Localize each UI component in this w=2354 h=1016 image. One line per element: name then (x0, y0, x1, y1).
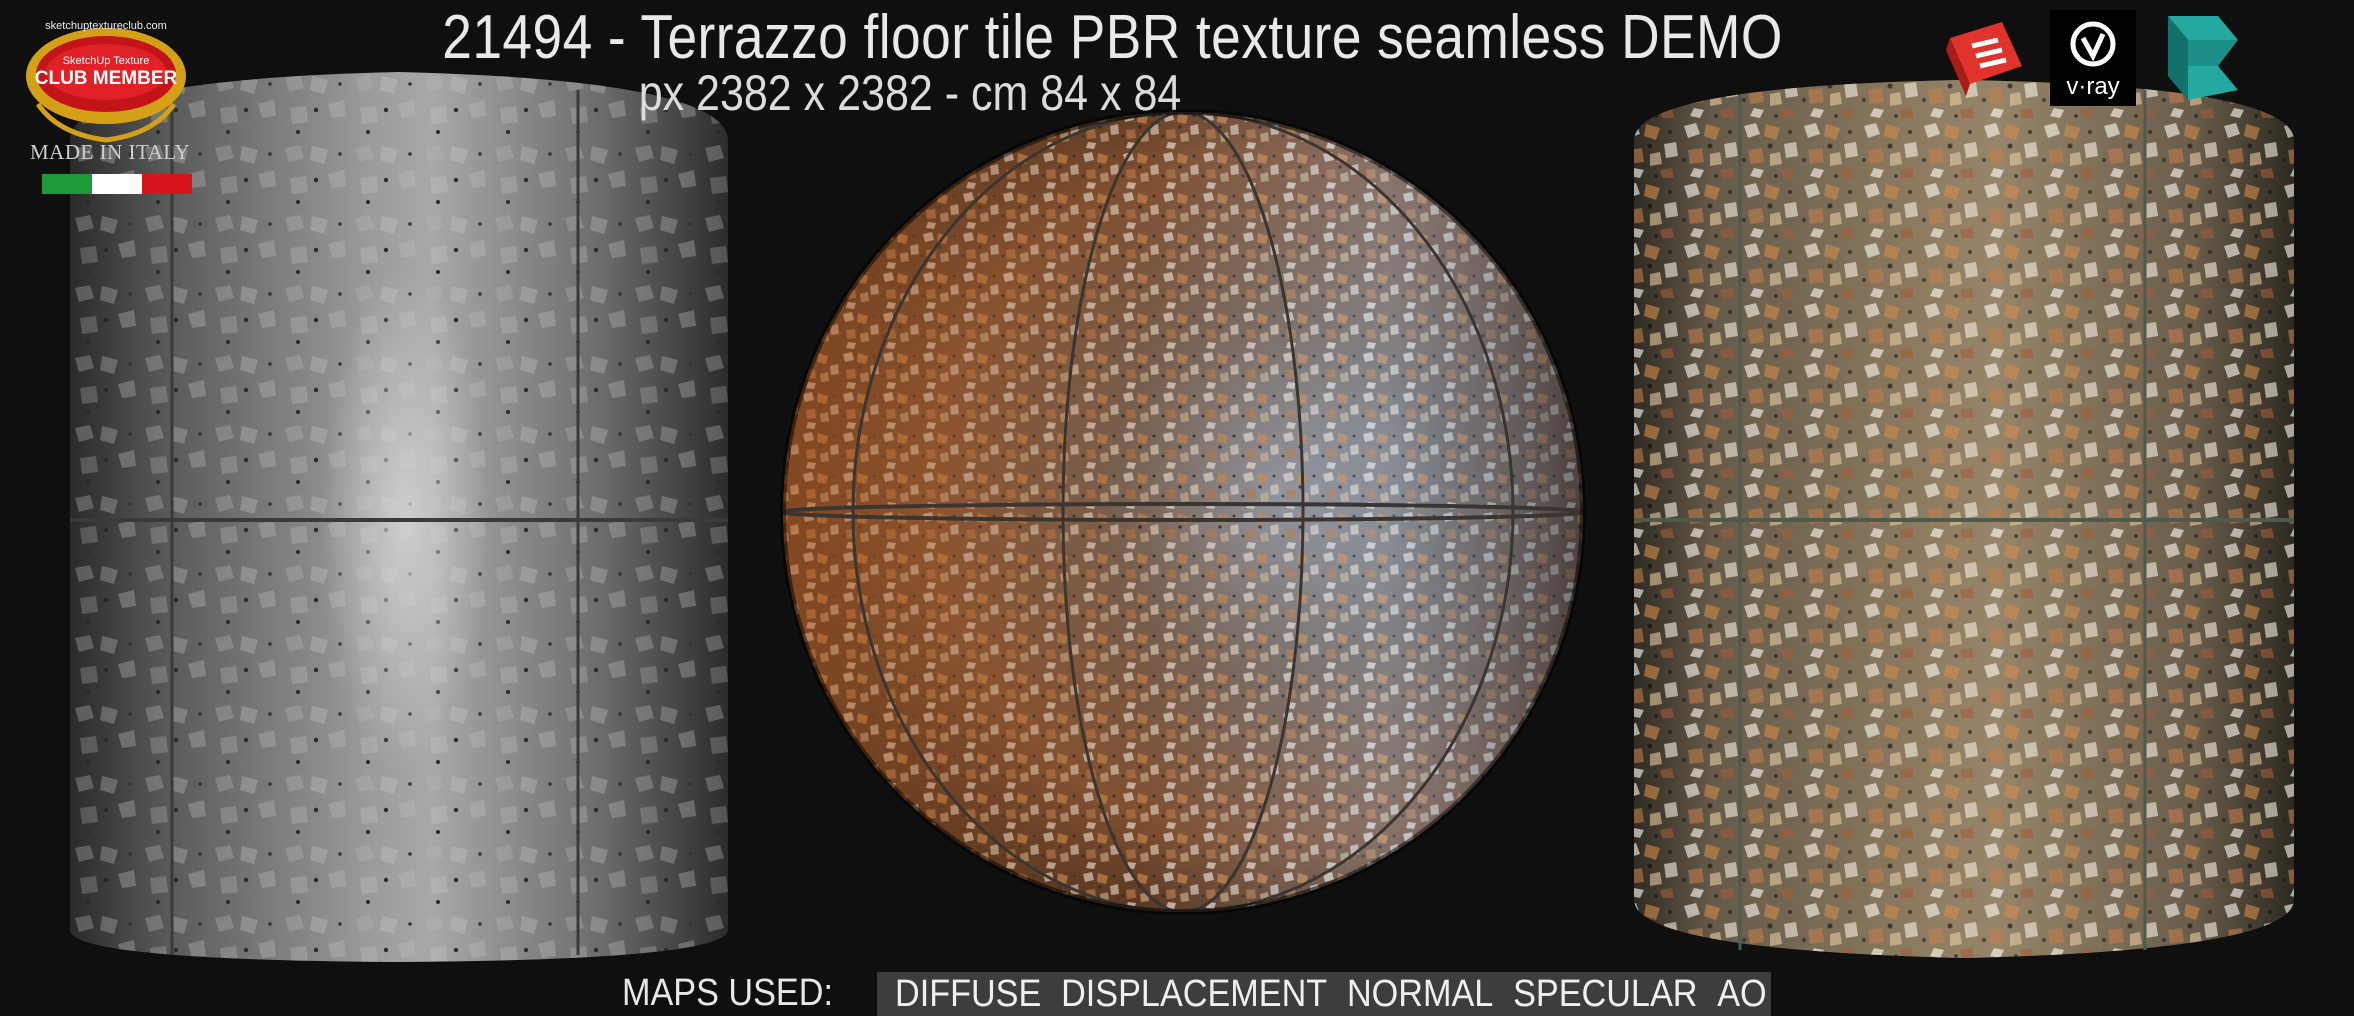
vray-icon: v·ray (2050, 10, 2136, 106)
texture-dimensions: px 2382 x 2382 - cm 84 x 84 (638, 65, 1182, 121)
maps-list-box: DIFFUSE DISPLACEMENT NORMAL SPECULAR AO (877, 972, 1771, 1016)
map-normal: NORMAL (1346, 972, 1494, 1015)
maps-used-label: MAPS USED: (622, 972, 833, 1014)
texture-previews (70, 72, 2294, 962)
made-in-italy-label: MADE IN ITALY (30, 140, 191, 164)
vray-label: v·ray (2066, 73, 2119, 100)
flag-red (142, 174, 192, 194)
map-ao: AO (1717, 972, 1767, 1015)
map-specular: SPECULAR (1513, 972, 1698, 1015)
sketchup-icon (1946, 22, 2022, 96)
badge-subtitle: SketchUp Texture (63, 55, 150, 67)
italy-flag (42, 174, 192, 194)
map-diffuse: DIFFUSE (895, 972, 1042, 1015)
page-title: 21494 - Terrazzo floor tile PBR texture … (442, 3, 1783, 72)
badge-title: CLUB MEMBER (35, 68, 178, 89)
flag-green (42, 174, 92, 194)
software-icons: v·ray (1942, 10, 2244, 106)
displacement-cylinder-preview (70, 72, 728, 962)
diffuse-cylinder-preview (1634, 80, 2294, 958)
map-displacement: DISPLACEMENT (1061, 972, 1328, 1015)
badge-site: sketchuptextureclub.com (45, 20, 167, 32)
sphere-preview (780, 109, 1586, 915)
3dsmax-icon (2168, 16, 2238, 100)
flag-white (92, 174, 142, 194)
